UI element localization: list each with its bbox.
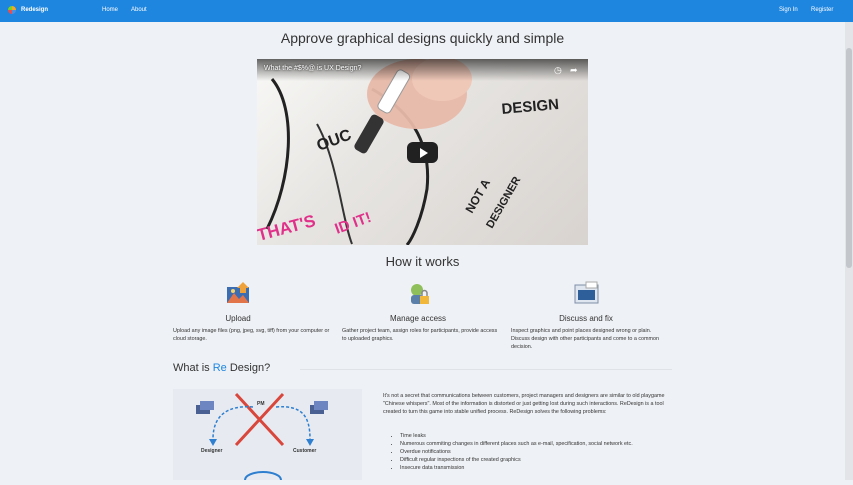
nav-home-link[interactable]: Home (102, 7, 118, 13)
diagram-customer-label: Customer (293, 448, 317, 454)
section-divider (300, 369, 672, 370)
lock-user-icon (406, 281, 431, 306)
upload-image-icon (226, 281, 251, 306)
top-navbar: Redesign Home About Sign In Register (0, 0, 853, 22)
communication-diagram: PM Designer Customer (173, 389, 362, 481)
list-item: Time leaks (400, 432, 685, 440)
video-title[interactable]: What the #$%@ is UX Design? (264, 65, 361, 72)
what-is-redesign-text: It's not a secret that communications be… (383, 393, 665, 415)
chat-window-icon (574, 281, 599, 306)
video-player[interactable]: OUC DESIGN NOT A DESIGNER THAT'S ID IT! … (257, 59, 588, 245)
register-link[interactable]: Register (811, 7, 833, 13)
svg-text:NOT A: NOT A (462, 176, 493, 215)
feature-manage-access-title: Manage access (389, 314, 447, 323)
feature-manage-access-desc: Gather project team, assign roles for pa… (342, 328, 498, 342)
feature-discuss-title: Discuss and fix (559, 314, 613, 323)
list-item: Numerous commiting changes in different … (400, 440, 685, 448)
brand-logo-icon (8, 6, 16, 14)
scrollbar-thumb[interactable] (846, 48, 852, 268)
feature-discuss-desc: Inspect graphics and point places design… (511, 328, 660, 350)
svg-text:THAT'S: THAT'S (257, 211, 317, 245)
svg-text:DESIGN: DESIGN (501, 96, 560, 118)
list-item: Overdue notifications (400, 448, 685, 456)
how-it-works-title: How it works (385, 254, 460, 269)
feature-upload-title: Upload (225, 314, 251, 323)
play-button[interactable] (407, 142, 438, 163)
brand-link[interactable]: Redesign (8, 6, 48, 14)
page-scrollbar[interactable] (845, 22, 853, 480)
nav-about-link[interactable]: About (131, 7, 147, 13)
list-item: Insecure data transmission (400, 464, 685, 472)
diagram-pm-label: PM (257, 401, 265, 407)
diagram-designer-label: Designer (201, 448, 223, 454)
what-title-suffix: Design? (226, 362, 271, 374)
feature-upload: Upload (158, 281, 318, 323)
brand-name: Redesign (21, 7, 49, 13)
share-icon[interactable]: ➦ (570, 65, 578, 76)
problems-list: Time leaks Numerous commiting changes in… (392, 432, 685, 472)
hero-title: Approve graphical designs quickly and si… (280, 30, 565, 46)
feature-manage-access: Manage access (338, 281, 498, 323)
what-title-prefix: What is (173, 362, 213, 374)
watch-later-icon[interactable]: ◷ (554, 65, 562, 76)
feature-upload-desc: Upload any image files (png, jpeg, svg, … (173, 328, 330, 342)
list-item: Difficult regular inspections of the cre… (400, 456, 685, 464)
svg-text:ID IT!: ID IT! (333, 209, 374, 238)
what-is-redesign-title: What is Re Design? (173, 362, 270, 374)
feature-discuss: Discuss and fix (506, 281, 666, 323)
sign-in-link[interactable]: Sign In (779, 7, 798, 13)
what-title-accent: Re (212, 362, 227, 374)
